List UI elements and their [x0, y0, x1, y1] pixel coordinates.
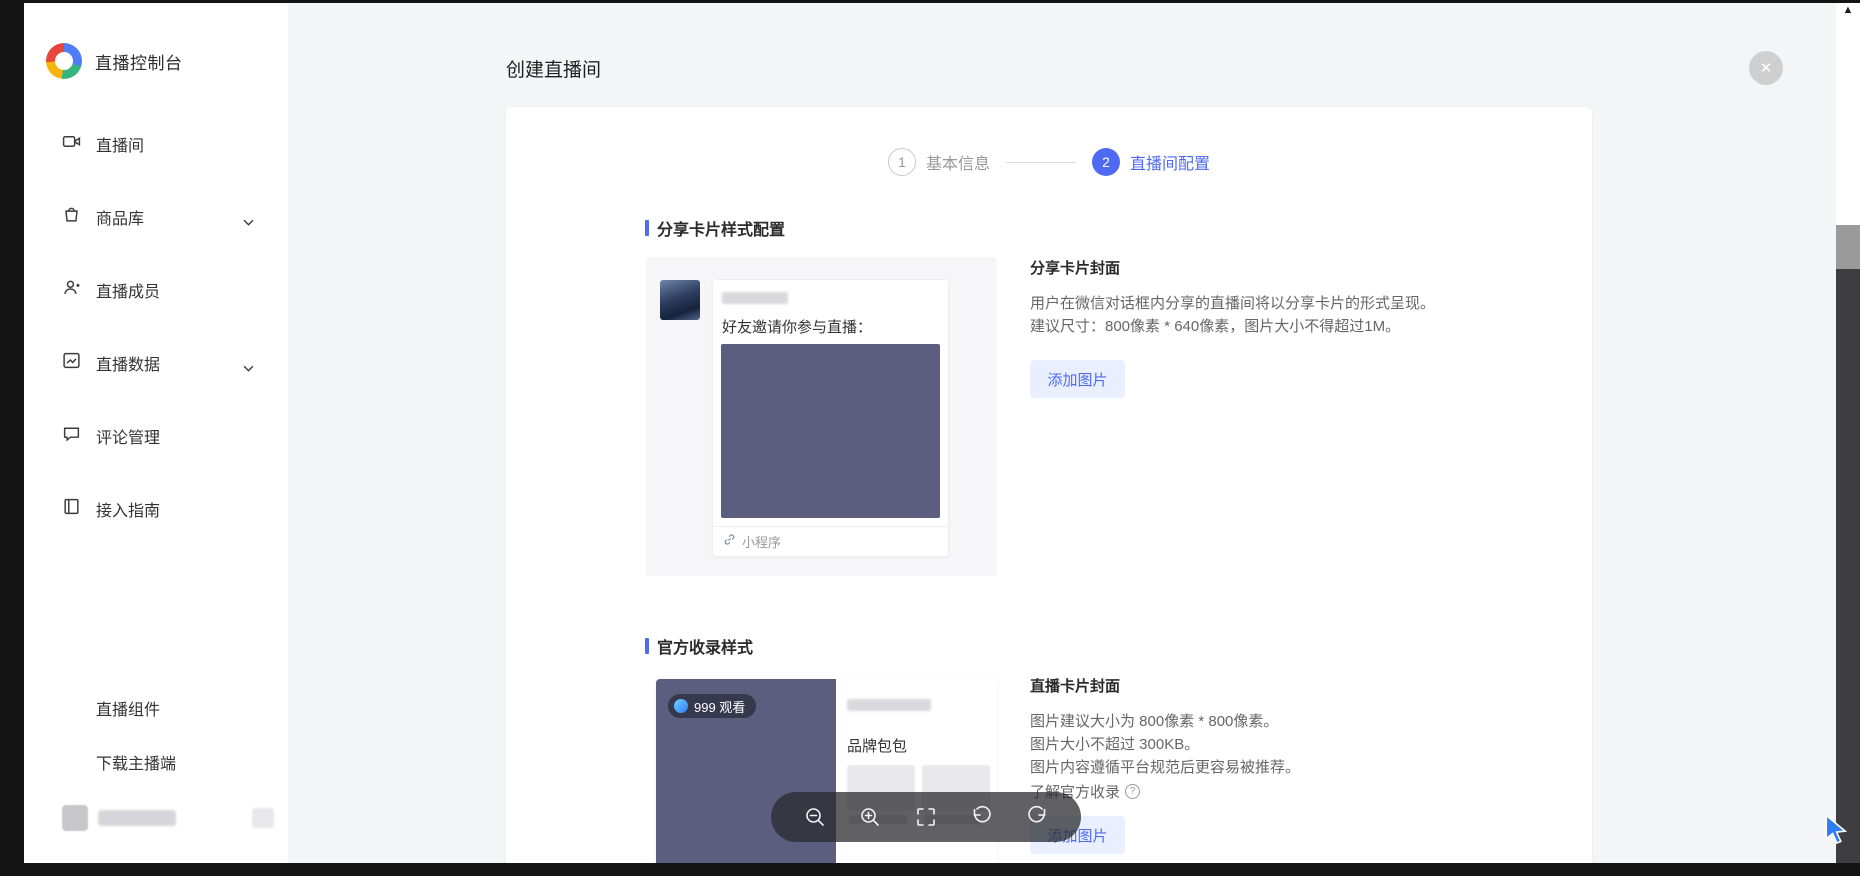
window-frame-top	[0, 0, 1860, 3]
user-chip-redacted	[252, 808, 274, 828]
official-desc-line1: 图片建议大小为 800像素 * 800像素。	[1030, 710, 1570, 733]
sidebar-menu: 直播间 商品库 直播成员 直播数据	[24, 122, 288, 560]
step-connector	[1006, 162, 1076, 163]
guide-book-icon	[62, 497, 81, 521]
add-image-button[interactable]: 添加图片	[1030, 360, 1125, 398]
vertical-scrollbar[interactable]: ▲	[1836, 0, 1860, 876]
user-name-redacted	[98, 810, 176, 826]
viewer-count-badge: 999 观看	[668, 694, 756, 718]
share-card-desc-line2: 建议尺寸：800像素 * 640像素，图片大小不得超过1M。	[1030, 315, 1570, 338]
section-accent-bar	[645, 220, 649, 236]
share-card-preview: 好友邀请你参与直播： 小程序	[646, 257, 997, 576]
comment-icon	[62, 424, 81, 448]
step-indicator: 1 基本信息 2 直播间配置	[506, 148, 1592, 176]
share-chat-card: 好友邀请你参与直播： 小程序	[712, 279, 949, 557]
image-viewer-toolbar	[771, 792, 1081, 842]
sidebar-item-label: 直播组件	[96, 696, 160, 720]
fullscreen-icon[interactable]	[913, 804, 939, 830]
live-cover-placeholder: 999 观看	[656, 679, 836, 876]
main-content: 创建直播间 ✕ 1 基本信息 2 直播间配置 分享卡片样式配置 好友邀请你	[288, 3, 1836, 863]
chevron-down-icon	[243, 359, 254, 377]
sidebar-item-live-members[interactable]: 直播成员	[24, 268, 288, 312]
sidebar-item-label: 接入指南	[96, 497, 160, 521]
sidebar: 直播控制台 直播间 商品库 直播成员	[24, 3, 288, 863]
scrollbar-thumb[interactable]	[1836, 225, 1860, 269]
rotate-right-icon[interactable]	[1024, 804, 1050, 830]
component-cube-icon	[62, 696, 81, 720]
sidebar-item-live-room[interactable]: 直播间	[24, 122, 288, 166]
data-chart-icon	[62, 351, 81, 375]
scrollbar-track-dark[interactable]	[1836, 269, 1860, 863]
window-frame-bottom	[0, 863, 1860, 876]
step-basic-info[interactable]: 1 基本信息	[888, 148, 990, 176]
member-icon	[62, 278, 81, 302]
mini-program-link-icon	[723, 533, 736, 551]
sidebar-item-download-host-app[interactable]: 下载主播端	[24, 740, 288, 784]
share-card-desc-line1: 用户在微信对话框内分享的直播间将以分享卡片的形式呈现。	[1030, 292, 1570, 315]
brand: 直播控制台	[46, 43, 183, 79]
question-circle-icon: ?	[1125, 784, 1140, 799]
step-room-config[interactable]: 2 直播间配置	[1092, 148, 1210, 176]
close-icon: ✕	[1760, 59, 1773, 77]
official-help-link[interactable]: 了解官方收录 ?	[1030, 781, 1570, 802]
official-desc-line3: 图片内容遵循平台规范后更容易被推荐。	[1030, 756, 1570, 779]
sidebar-item-label: 直播间	[96, 132, 144, 156]
share-card-info: 分享卡片封面 用户在微信对话框内分享的直播间将以分享卡片的形式呈现。 建议尺寸：…	[1030, 257, 1570, 398]
sidebar-item-live-components[interactable]: 直播组件	[24, 686, 288, 730]
step-number: 1	[888, 148, 916, 176]
section-title: 分享卡片样式配置	[657, 216, 785, 240]
video-camera-icon	[62, 132, 81, 156]
official-card-preview: 999 观看 品牌包包	[656, 679, 997, 876]
sidebar-item-comment-management[interactable]: 评论管理	[24, 414, 288, 458]
chat-avatar-image	[660, 280, 700, 320]
zoom-out-icon[interactable]	[802, 804, 828, 830]
step-number: 2	[1092, 148, 1120, 176]
close-button[interactable]: ✕	[1749, 51, 1783, 85]
live-viewers-icon	[674, 699, 688, 713]
sidebar-item-product-library[interactable]: 商品库	[24, 195, 288, 239]
section-title: 官方收录样式	[657, 634, 753, 658]
step-label: 基本信息	[926, 150, 990, 174]
share-card-cover-heading: 分享卡片封面	[1030, 257, 1570, 278]
chat-card-footer: 小程序	[713, 526, 948, 556]
sidebar-item-label: 商品库	[96, 205, 144, 229]
section-accent-bar	[645, 638, 649, 654]
mini-program-label: 小程序	[742, 532, 781, 551]
chat-name-redacted	[722, 292, 788, 304]
invite-text: 好友邀请你参与直播：	[722, 316, 872, 337]
official-desc-line2: 图片大小不超过 300KB。	[1030, 733, 1570, 756]
rotate-left-icon[interactable]	[969, 804, 995, 830]
share-cover-placeholder	[721, 344, 940, 518]
sidebar-item-live-data[interactable]: 直播数据	[24, 341, 288, 385]
live-title-redacted	[847, 699, 931, 711]
sidebar-item-label: 下载主播端	[96, 750, 176, 774]
live-card-cover-heading: 直播卡片封面	[1030, 675, 1570, 696]
official-section-header: 官方收录样式	[645, 637, 753, 655]
step-label: 直播间配置	[1130, 150, 1210, 174]
zoom-in-icon[interactable]	[857, 804, 883, 830]
sidebar-item-label: 直播数据	[96, 351, 160, 375]
live-info-card: 品牌包包	[836, 679, 997, 876]
user-account-row[interactable]	[62, 796, 288, 840]
sidebar-item-label: 直播成员	[96, 278, 160, 302]
official-card-info: 直播卡片封面 图片建议大小为 800像素 * 800像素。 图片大小不超过 30…	[1030, 675, 1570, 802]
brand-ring-logo-icon	[46, 43, 82, 79]
product-name: 品牌包包	[847, 735, 907, 756]
shopping-bag-icon	[62, 205, 81, 229]
viewer-count-text: 999 观看	[694, 697, 745, 716]
avatar	[62, 805, 88, 831]
sidebar-item-label: 评论管理	[96, 424, 160, 448]
chevron-down-icon	[243, 213, 254, 231]
sidebar-item-integration-guide[interactable]: 接入指南	[24, 487, 288, 531]
brand-title: 直播控制台	[95, 49, 183, 74]
create-live-room-panel: 1 基本信息 2 直播间配置 分享卡片样式配置 好友邀请你参与直播：	[506, 107, 1592, 863]
scrollbar-up-arrow-icon[interactable]: ▲	[1836, 4, 1860, 16]
mouse-cursor-icon	[1820, 814, 1850, 851]
page-title: 创建直播间	[506, 55, 601, 82]
share-card-section-header: 分享卡片样式配置	[645, 219, 785, 237]
window-frame-left	[0, 0, 24, 876]
mobile-download-icon	[62, 750, 81, 774]
